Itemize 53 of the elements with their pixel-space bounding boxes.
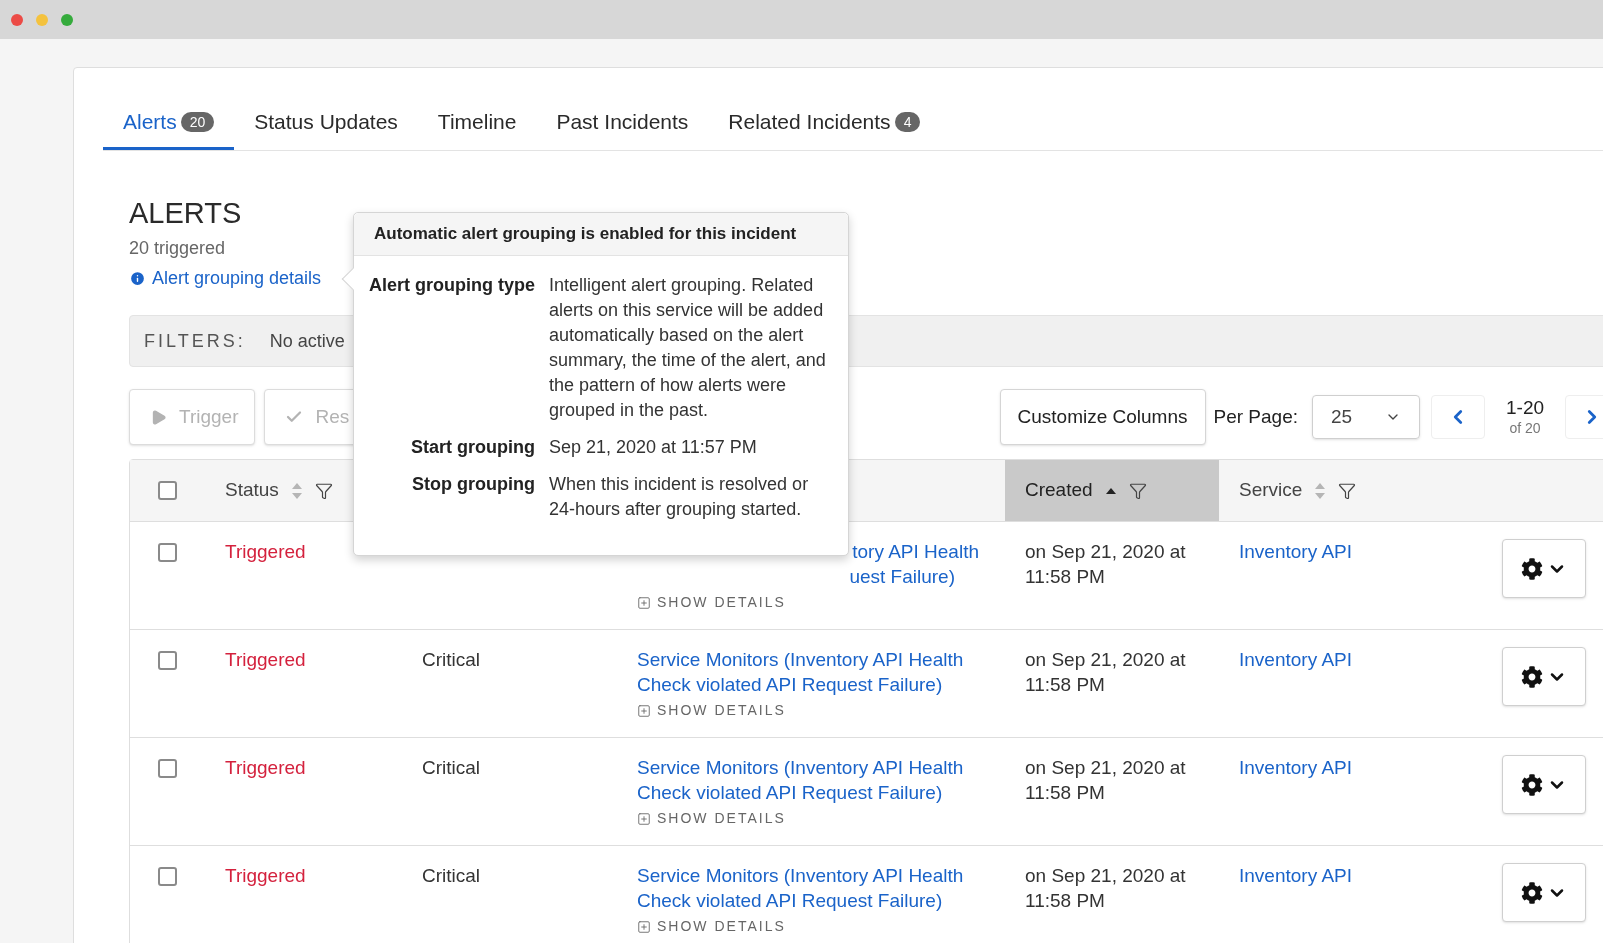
popover-label: Start grouping [411,436,535,457]
service-link[interactable]: Inventory API [1239,757,1352,778]
urgency-text: Critical [422,649,481,670]
alert-title-link[interactable]: Service Monitors (Inventory API Health [637,647,964,672]
show-details-toggle[interactable]: SHOW DETAILS [637,914,786,939]
column-header[interactable]: Service [1219,460,1492,521]
service-link[interactable]: Inventory API [1239,649,1352,670]
service-link[interactable]: Inventory API [1239,541,1352,562]
alert-grouping-details-link[interactable]: Alert grouping details [129,266,322,290]
created-date: on Sep 21, 2020 at 11:58 PM [1025,541,1186,587]
popover-value: When this incident is resolved or 24-hours after grouping started. [549,472,810,521]
customize-columns-button[interactable]: Customize Columns [999,389,1206,445]
tab[interactable]: Alerts 20 [103,96,235,150]
triggered-count: 20 triggered [129,237,227,260]
alert-title-link[interactable]: tory API Health [852,539,979,564]
popover-label: Alert grouping type [369,274,535,295]
filters-text: No active [269,329,345,353]
popover-value: Sep 21, 2020 at 11:57 PM [549,435,757,459]
tab[interactable]: Status Updates [234,96,418,150]
alert-title-link[interactable]: Check violated API Request Failure) [637,672,943,697]
show-details-toggle[interactable]: SHOW DETAILS [637,590,786,615]
tab[interactable]: Related Incidents 4 [708,96,941,150]
alert-title-link[interactable]: Service Monitors (Inventory API Health [637,755,964,780]
section-title: ALERTS [129,196,243,230]
created-date: on Sep 21, 2020 at 11:58 PM [1025,865,1186,911]
popover-label: Stop grouping [412,473,535,494]
urgency-text: Critical [422,865,481,886]
tab[interactable]: Past Incidents [536,96,709,150]
popover-heading: Automatic alert grouping is enabled for this incident [354,213,848,256]
alert-title-link[interactable]: Service Monitors (Inventory API Health [637,863,964,888]
service-link[interactable]: Inventory API [1239,865,1352,886]
per-page-label: Per Page: [1213,404,1298,429]
alert-title-link[interactable]: Check violated API Request Failure) [637,888,943,913]
count-badge: 4 [894,111,921,132]
column-header[interactable]: Created [1005,460,1219,521]
created-date: on Sep 21, 2020 at 11:58 PM [1025,649,1186,695]
show-details-toggle[interactable]: SHOW DETAILS [637,806,786,831]
status-text: Triggered [225,649,306,670]
count-badge: 20 [180,111,215,132]
status-text: Triggered [225,541,306,562]
alert-title-link[interactable]: uest Failure) [849,564,979,589]
filters-label: FILTERS: [144,329,246,353]
tab[interactable]: Timeline [417,96,537,150]
created-date: on Sep 21, 2020 at 11:58 PM [1025,757,1186,803]
status-text: Triggered [225,757,306,778]
show-details-toggle[interactable]: SHOW DETAILS [637,698,786,723]
per-page-select[interactable]: 25 [1312,395,1420,439]
page-range: 1-20 [1506,396,1544,421]
status-text: Triggered [225,865,306,886]
page-total: of 20 [1509,420,1541,438]
popover-value: Intelligent alert grouping. Related alerts on this service will be added automatically based on the alert summary, the time of the alert, and the pattern of how alerts were grouped in the past. [549,273,827,422]
urgency-text: Critical [422,757,481,778]
alert-title-link[interactable]: Check violated API Request Failure) [637,780,943,805]
